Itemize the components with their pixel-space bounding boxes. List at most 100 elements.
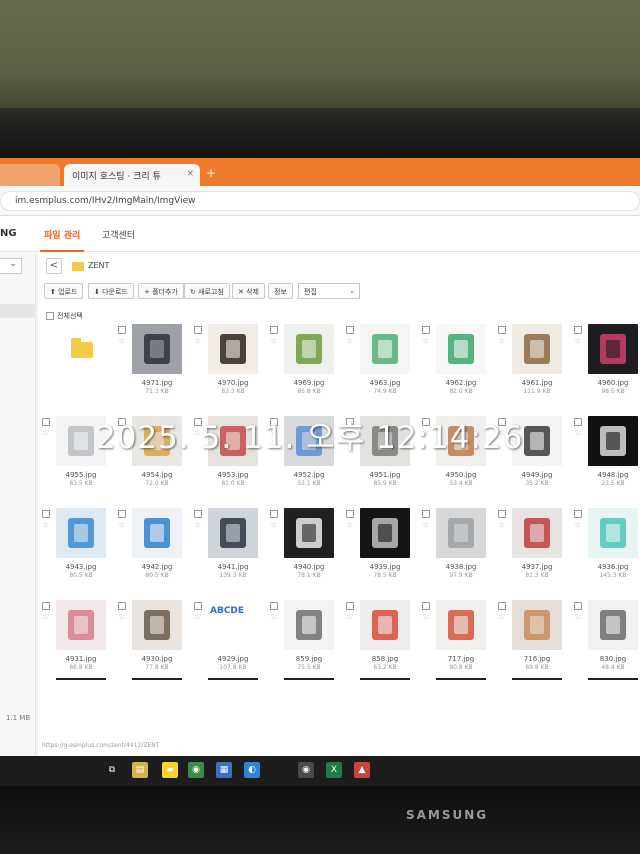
file-thumbnail[interactable]	[284, 508, 334, 558]
file-item[interactable]: ☆ 4948.jpg 23.5 KB	[574, 416, 640, 502]
star-icon[interactable]: ☆	[498, 520, 505, 529]
file-thumbnail[interactable]	[436, 600, 486, 650]
file-checkbox[interactable]	[42, 418, 50, 426]
sidebar-item-selected[interactable]	[0, 304, 36, 318]
star-icon[interactable]: ☆	[118, 336, 125, 345]
star-icon[interactable]: ☆	[346, 612, 353, 621]
file-checkbox[interactable]	[422, 602, 430, 610]
file-checkbox[interactable]	[194, 602, 202, 610]
file-thumbnail[interactable]	[436, 324, 486, 374]
star-icon[interactable]: ☆	[194, 336, 201, 345]
new-tab-button[interactable]: +	[206, 166, 216, 180]
nav-customer-center[interactable]: 고객센터	[102, 228, 135, 241]
select-all-checkbox[interactable]	[46, 312, 54, 320]
file-checkbox[interactable]	[270, 510, 278, 518]
file-item[interactable]: ☆ 717.jpg 80.8 KB	[422, 600, 494, 686]
file-checkbox[interactable]	[194, 510, 202, 518]
file-item[interactable]: ☆ 830.jpg 48.4 KB	[574, 600, 640, 686]
file-thumbnail[interactable]	[512, 324, 562, 374]
file-item[interactable]: ☆ 4943.jpg 80.5 KB	[42, 508, 114, 594]
add-folder-button[interactable]: + 폴더추가	[138, 283, 184, 299]
file-checkbox[interactable]	[574, 510, 582, 518]
file-thumbnail[interactable]	[512, 508, 562, 558]
file-explorer-icon[interactable]: ▤	[132, 762, 148, 778]
file-thumbnail[interactable]	[208, 324, 258, 374]
file-item[interactable]: ☆ 4970.jpg 83.3 KB	[194, 324, 266, 410]
chrome-icon[interactable]: ◉	[188, 762, 204, 778]
star-icon[interactable]: ☆	[42, 612, 49, 621]
star-icon[interactable]: ☆	[346, 520, 353, 529]
browser-tab-active[interactable]: 이미지 호스팅 · 크리 튜 ×	[64, 164, 200, 186]
file-thumbnail[interactable]	[588, 600, 638, 650]
file-checkbox[interactable]	[118, 510, 126, 518]
file-item[interactable]: ☆ 4969.jpg 85.8 KB	[270, 324, 342, 410]
star-icon[interactable]: ☆	[194, 520, 201, 529]
info-button[interactable]: 정보	[268, 283, 293, 299]
file-checkbox[interactable]	[498, 510, 506, 518]
file-thumbnail[interactable]	[56, 508, 106, 558]
file-checkbox[interactable]	[270, 602, 278, 610]
app-red-icon[interactable]: ▲	[354, 762, 370, 778]
file-item[interactable]: ☆ 4961.jpg 111.9 KB	[498, 324, 570, 410]
file-item[interactable]: ☆ 4962.jpg 82.0 KB	[422, 324, 494, 410]
star-icon[interactable]: ☆	[422, 612, 429, 621]
browser-tab-previous[interactable]	[0, 164, 60, 186]
star-icon[interactable]: ☆	[194, 612, 201, 621]
file-thumbnail[interactable]	[588, 508, 638, 558]
star-icon[interactable]: ☆	[498, 336, 505, 345]
file-thumbnail[interactable]	[360, 508, 410, 558]
refresh-button[interactable]: ↻ 새로고침	[184, 283, 230, 299]
star-icon[interactable]: ☆	[422, 520, 429, 529]
nav-file-management[interactable]: 파일 관리	[39, 228, 85, 252]
select-all[interactable]: 전체선택	[46, 311, 83, 321]
file-checkbox[interactable]	[574, 418, 582, 426]
task-view-icon[interactable]: ⧉	[104, 762, 120, 778]
file-thumbnail[interactable]	[512, 600, 562, 650]
file-item[interactable]: ☆ 4941.jpg 139.3 KB	[194, 508, 266, 594]
star-icon[interactable]: ☆	[574, 428, 581, 437]
file-thumbnail[interactable]	[132, 324, 182, 374]
app-icon[interactable]: ▦	[216, 762, 232, 778]
star-icon[interactable]: ☆	[346, 336, 353, 345]
star-icon[interactable]: ☆	[42, 428, 49, 437]
file-thumbnail[interactable]	[132, 508, 182, 558]
file-item[interactable]	[42, 324, 114, 410]
file-thumbnail[interactable]	[284, 324, 334, 374]
star-icon[interactable]: ☆	[118, 612, 125, 621]
file-checkbox[interactable]	[346, 326, 354, 334]
file-item[interactable]: ☆ 4942.jpg 80.5 KB	[118, 508, 190, 594]
file-thumbnail[interactable]	[284, 600, 334, 650]
file-item[interactable]: ☆ 859.jpg 75.5 KB	[270, 600, 342, 686]
file-checkbox[interactable]	[574, 602, 582, 610]
close-icon[interactable]: ×	[186, 169, 194, 179]
download-button[interactable]: ⬇ 다운로드	[88, 283, 134, 299]
file-checkbox[interactable]	[498, 326, 506, 334]
file-checkbox[interactable]	[42, 510, 50, 518]
upload-button[interactable]: ⬆ 업로드	[44, 283, 84, 299]
file-thumbnail[interactable]	[436, 508, 486, 558]
file-thumbnail[interactable]	[56, 600, 106, 650]
file-thumbnail[interactable]	[360, 324, 410, 374]
chrome-active-icon[interactable]: ◉	[298, 762, 314, 778]
file-checkbox[interactable]	[194, 326, 202, 334]
star-icon[interactable]: ☆	[270, 612, 277, 621]
delete-button[interactable]: ✕ 삭제	[232, 283, 265, 299]
file-item[interactable]: ☆ 4930.jpg 77.8 KB	[118, 600, 190, 686]
star-icon[interactable]: ☆	[118, 520, 125, 529]
file-thumbnail[interactable]	[588, 416, 638, 466]
file-thumbnail[interactable]	[132, 600, 182, 650]
file-thumbnail[interactable]: ABCDE	[208, 600, 258, 650]
star-icon[interactable]: ☆	[422, 336, 429, 345]
star-icon[interactable]: ☆	[574, 520, 581, 529]
file-checkbox[interactable]	[270, 326, 278, 334]
file-item[interactable]: ☆ 4937.jpg 81.3 KB	[498, 508, 570, 594]
file-checkbox[interactable]	[118, 326, 126, 334]
file-item[interactable]: ☆ 4936.jpg 145.3 KB	[574, 508, 640, 594]
kakaotalk-icon[interactable]: ▰	[162, 762, 178, 778]
file-item[interactable]: ☆ 4940.jpg 78.1 KB	[270, 508, 342, 594]
file-checkbox[interactable]	[422, 510, 430, 518]
file-checkbox[interactable]	[574, 326, 582, 334]
file-item[interactable]: ☆ 4963.jpg 74.9 KB	[346, 324, 418, 410]
file-item[interactable]: ☆ ABCDE 4929.jpg 107.8 KB	[194, 600, 266, 686]
file-checkbox[interactable]	[422, 326, 430, 334]
